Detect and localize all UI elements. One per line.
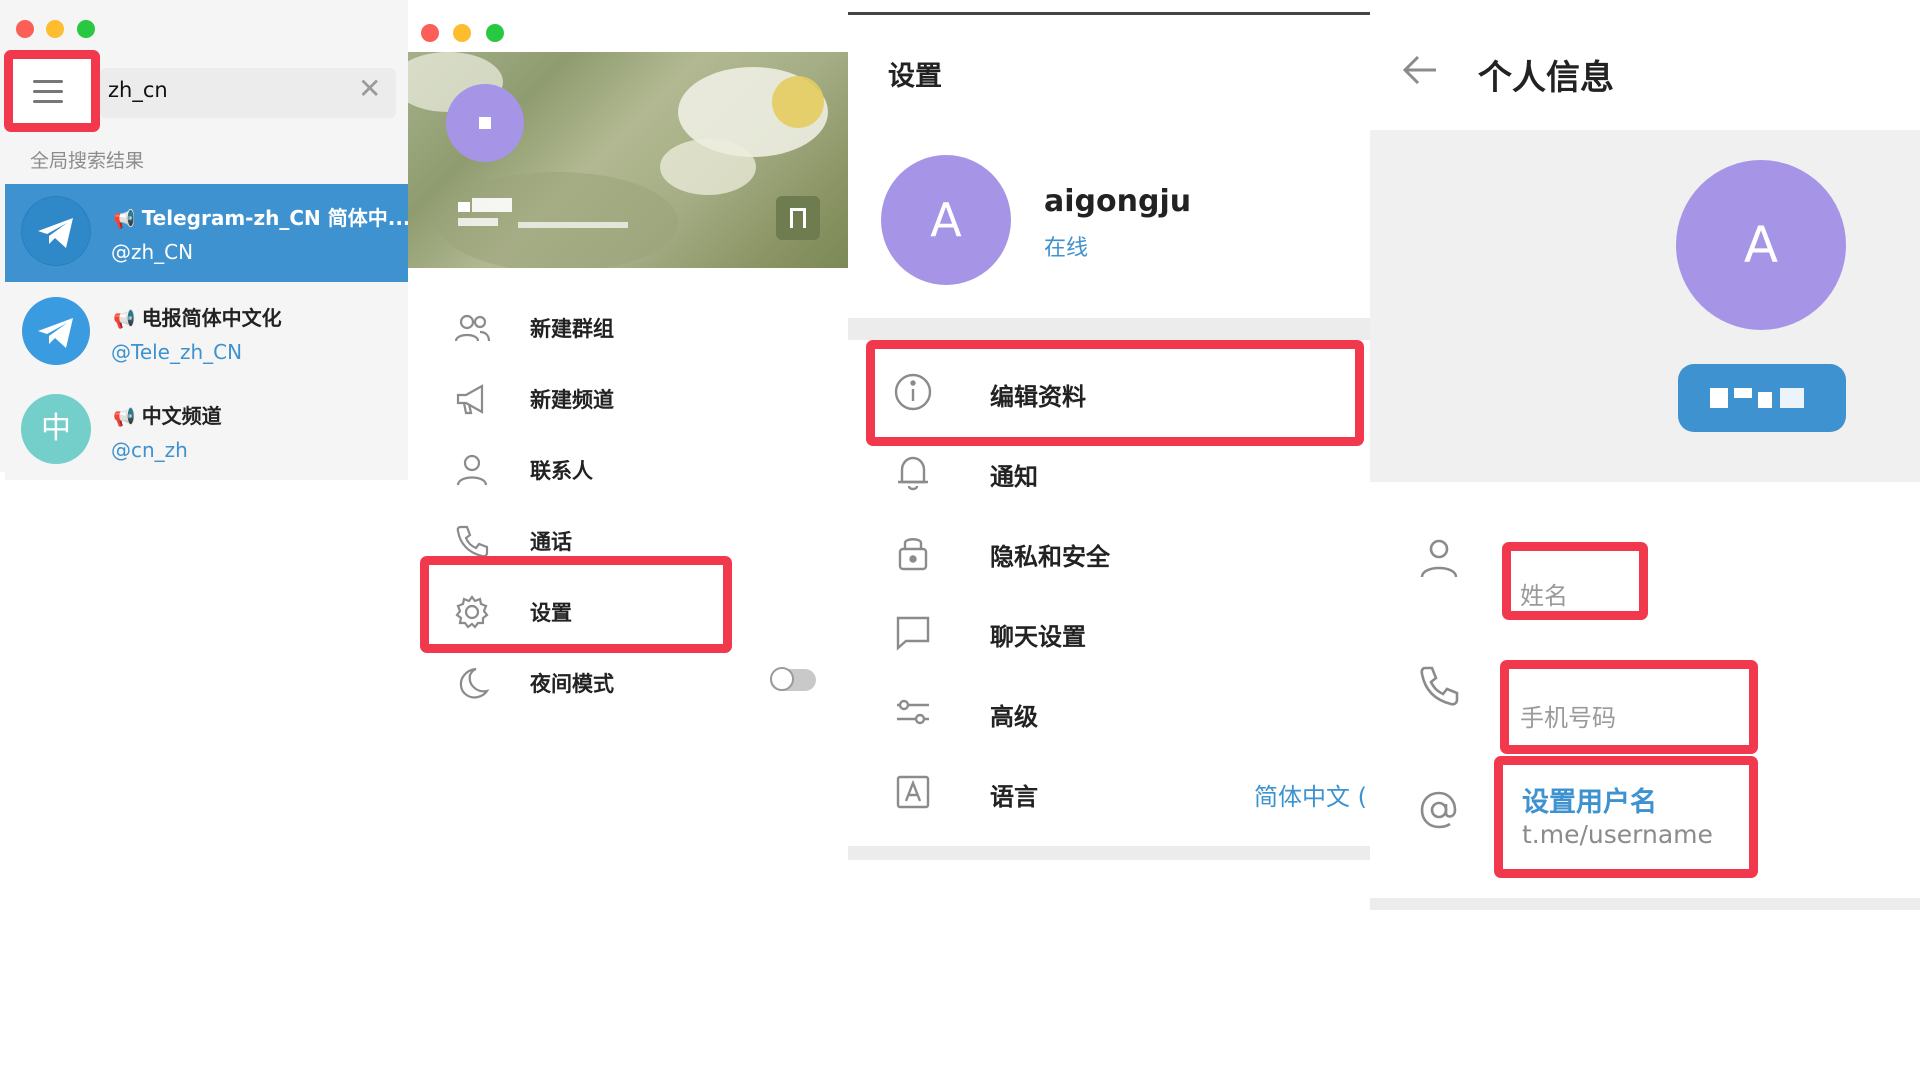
language-value: 简体中文 ( bbox=[1254, 783, 1367, 811]
result-username: @zh_CN bbox=[111, 240, 194, 264]
menu-item-label: 夜间模式 bbox=[530, 672, 614, 696]
highlight-edit-profile bbox=[866, 340, 1364, 446]
settings-item-privacy[interactable]: 隐私和安全 bbox=[848, 513, 1370, 591]
phone-icon bbox=[454, 523, 490, 559]
lock-icon bbox=[892, 531, 934, 573]
minimize-window-button[interactable] bbox=[46, 20, 64, 38]
search-result[interactable]: 中 📢 中文频道 @cn_zh bbox=[5, 382, 408, 480]
at-sign-icon bbox=[1414, 788, 1464, 841]
group-icon bbox=[454, 310, 491, 346]
back-arrow-icon[interactable] bbox=[1400, 50, 1440, 99]
menu-item-label: 新建频道 bbox=[530, 388, 614, 412]
moon-icon bbox=[454, 665, 490, 701]
menu-item-night-mode[interactable]: 夜间模式 bbox=[408, 651, 848, 711]
settings-item-label: 隐私和安全 bbox=[990, 543, 1110, 571]
highlight-name-field bbox=[1502, 542, 1648, 620]
page-title: 个人信息 bbox=[1478, 58, 1614, 98]
megaphone-icon: 📢 bbox=[113, 209, 142, 230]
result-username: @cn_zh bbox=[111, 438, 188, 462]
avatar[interactable]: A bbox=[1676, 160, 1846, 330]
settings-item-language[interactable]: 语言 简体中文 ( bbox=[848, 753, 1370, 831]
settings-item-notifications[interactable]: 通知 bbox=[848, 433, 1370, 511]
menu-item-new-channel[interactable]: 新建频道 bbox=[408, 367, 848, 427]
menu-item-label: 通话 bbox=[530, 530, 572, 554]
result-title: 📢 Telegram-zh_CN 简体中... bbox=[113, 206, 411, 230]
search-result[interactable]: 📢 电报简体中文化 @Tele_zh_CN bbox=[5, 284, 408, 382]
section-divider bbox=[848, 318, 1370, 340]
phone-icon bbox=[1414, 664, 1464, 717]
maximize-window-button[interactable] bbox=[77, 20, 95, 38]
settings-item-label: 聊天设置 bbox=[990, 623, 1086, 651]
profile-name: aigongju bbox=[1044, 184, 1192, 219]
close-window-button[interactable] bbox=[16, 20, 34, 38]
megaphone-icon bbox=[454, 381, 490, 417]
close-window-button[interactable] bbox=[421, 24, 439, 42]
night-mode-toggle[interactable] bbox=[770, 667, 816, 691]
clear-search-icon[interactable]: ✕ bbox=[358, 72, 381, 105]
highlight-settings bbox=[420, 556, 732, 653]
avatar[interactable] bbox=[446, 84, 524, 162]
megaphone-icon: 📢 bbox=[113, 309, 142, 330]
settings-item-label: 高级 bbox=[990, 703, 1038, 731]
result-username: @Tele_zh_CN bbox=[111, 340, 243, 364]
section-divider bbox=[1370, 898, 1920, 910]
person-icon bbox=[1414, 536, 1464, 589]
telegram-logo-icon bbox=[21, 196, 91, 266]
settings-item-label: 语言 bbox=[990, 783, 1038, 811]
language-icon bbox=[892, 771, 934, 813]
chat-icon bbox=[892, 611, 934, 653]
section-divider bbox=[848, 846, 1370, 860]
highlight-phone-field bbox=[1500, 660, 1758, 754]
person-icon bbox=[454, 452, 490, 488]
telegram-logo-icon bbox=[21, 296, 91, 366]
sliders-icon bbox=[892, 691, 934, 733]
menu-item-new-group[interactable]: 新建群组 bbox=[408, 296, 848, 356]
search-input-value: zh_cn bbox=[108, 78, 168, 102]
highlight-menu-button bbox=[4, 50, 100, 132]
channel-avatar: 中 bbox=[21, 394, 91, 464]
settings-item-chat-settings[interactable]: 聊天设置 bbox=[848, 593, 1370, 671]
megaphone-icon: 📢 bbox=[113, 407, 142, 428]
section-label: 全局搜索结果 bbox=[30, 150, 145, 172]
page-title: 设置 bbox=[888, 61, 942, 92]
online-status: 在线 bbox=[1044, 236, 1089, 261]
settings-item-advanced[interactable]: 高级 bbox=[848, 673, 1370, 751]
minimize-window-button[interactable] bbox=[453, 24, 471, 42]
result-title: 📢 中文频道 bbox=[113, 404, 222, 428]
day-night-icon[interactable] bbox=[776, 196, 820, 240]
profile-name-pixelated bbox=[458, 194, 638, 234]
search-result[interactable]: 📢 Telegram-zh_CN 简体中... @zh_CN bbox=[5, 184, 411, 282]
avatar[interactable]: A bbox=[881, 155, 1011, 285]
top-divider bbox=[848, 12, 1370, 15]
set-photo-button[interactable] bbox=[1678, 364, 1846, 432]
menu-item-contacts[interactable]: 联系人 bbox=[408, 438, 848, 498]
menu-item-label: 联系人 bbox=[530, 459, 593, 483]
menu-item-label: 新建群组 bbox=[530, 317, 614, 341]
bell-icon bbox=[892, 451, 934, 493]
result-title: 📢 电报简体中文化 bbox=[113, 306, 282, 330]
highlight-username-field bbox=[1494, 756, 1758, 878]
maximize-window-button[interactable] bbox=[486, 24, 504, 42]
settings-item-label: 通知 bbox=[990, 463, 1038, 491]
